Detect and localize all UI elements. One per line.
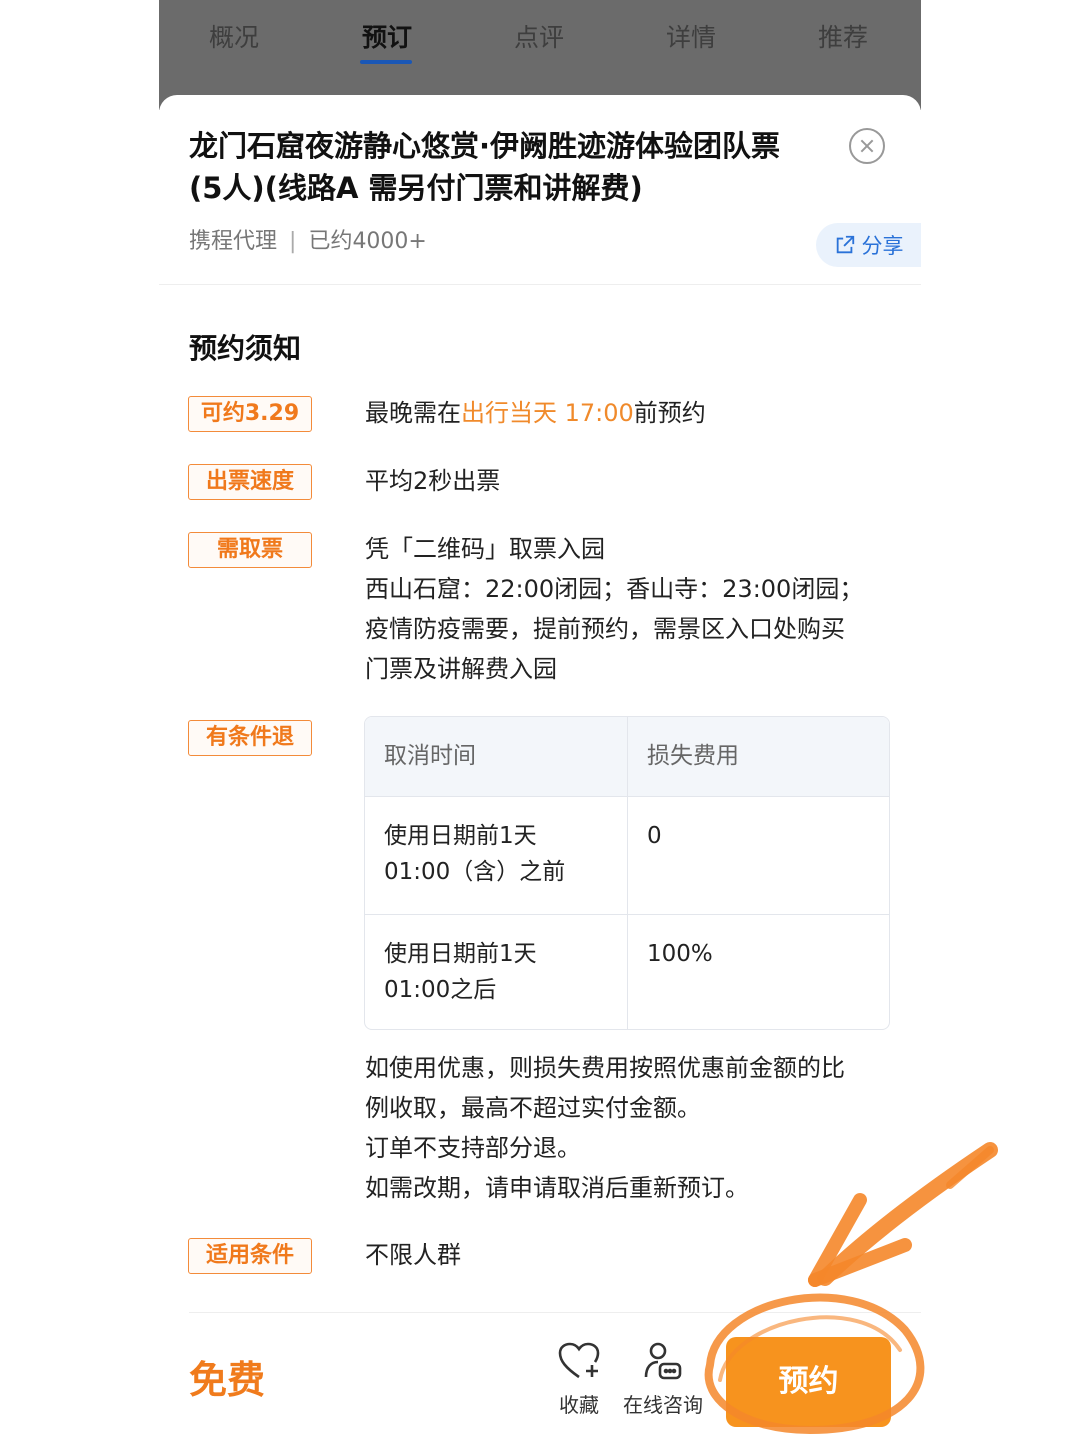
cancel-time-line: 使用日期前1天 [384,823,537,849]
product-meta: 携程代理 | 已约4000+ [189,223,427,255]
meta-separator: | [289,229,297,254]
agent-label: 携程代理 [189,229,278,254]
tab-bar: 概况 预订 点评 详情 推荐 [159,0,921,110]
deadline-before: 最晚需在 [365,399,461,427]
active-tab-indicator [360,60,412,64]
share-button[interactable]: 分享 [816,223,921,267]
customer-service-icon [644,1342,682,1380]
booking-deadline-text: 最晚需在出行当天 17:00前预约 [365,393,706,433]
ticket-speed-text: 平均2秒出票 [365,467,501,495]
header-divider [159,284,921,285]
pickup-line: 凭「二维码」取票入园 [365,535,605,563]
refund-note-line: 订单不支持部分退。 [365,1134,581,1162]
pickup-line: 门票及讲解费入园 [365,655,557,683]
tab-overview[interactable]: 概况 [174,18,294,58]
cancel-time-line: 01:00（含）之前 [384,859,566,885]
table-column-divider [627,717,628,1029]
tag-available-date: 可约3.29 [188,396,312,432]
cancel-time-cell: 使用日期前1天 01:00（含）之前 [384,818,565,890]
tag-applicable-conditions: 适用条件 [188,1238,312,1274]
favorite-label: 收藏 [559,1393,599,1417]
tab-reviews[interactable]: 点评 [479,18,599,58]
pickup-line: 西山石窟：22:00闭园；香山寺：23:00闭园； [365,575,864,603]
refund-notes: 如使用优惠，则损失费用按照优惠前金额的比 例收取，最高不超过实付金额。 订单不支… [365,1048,845,1208]
tag-ticket-speed: 出票速度 [188,464,312,500]
booking-sheet: 龙门石窟夜游静心悠赏·伊阙胜迹游体验团队票 (5人)(线路A 需另付门票和讲解费… [159,95,921,1439]
tab-details[interactable]: 详情 [631,18,751,58]
cancel-time-line: 使用日期前1天 [384,941,537,967]
online-consult-button[interactable]: 在线咨询 [618,1341,708,1418]
bottom-action-bar: 免费 收藏 在线咨询 预约 [159,1327,921,1439]
online-consult-label: 在线咨询 [623,1393,703,1417]
refund-note-line: 例收取，最高不超过实付金额。 [365,1094,701,1122]
pickup-line: 疫情防疫需要，提前预约，需景区入口处购买 [365,615,845,643]
deadline-after: 前预约 [633,399,706,427]
notice-title: 预约须知 [189,332,302,365]
share-icon [836,235,854,254]
product-title-line2: (5人)(线路A 需另付门票和讲解费) [189,171,643,205]
refund-note-line: 如需改期，请申请取消后重新预订。 [365,1174,749,1202]
product-title-line1: 龙门石窟夜游静心悠赏·伊阙胜迹游体验团队票 [189,129,781,163]
heart-icon [558,1342,600,1379]
price-label: 免费 [189,1358,266,1402]
applicable-conditions-text: 不限人群 [365,1241,461,1269]
bottom-divider [189,1312,921,1313]
pickup-ticket-text: 凭「二维码」取票入园 西山石窟：22:00闭园；香山寺：23:00闭园； 疫情防… [365,529,863,689]
loss-fee-cell: 0 [647,823,662,849]
product-title: 龙门石窟夜游静心悠赏·伊阙胜迹游体验团队票 (5人)(线路A 需另付门票和讲解费… [189,125,829,209]
refund-table: 取消时间 损失费用 使用日期前1天 01:00（含）之前 0 使用日期前1天 0… [364,716,890,1030]
cancel-time-line: 01:00之后 [384,977,497,1003]
tab-recommend[interactable]: 推荐 [783,18,903,58]
tab-booking[interactable]: 预订 [327,18,447,58]
tag-pickup-ticket: 需取票 [188,532,312,568]
phone-screen: 概况 预订 点评 详情 推荐 龙门石窟夜游静心悠赏·伊阙胜迹游体验团队票 (5人… [159,0,921,1439]
header-cancel-time: 取消时间 [384,743,476,769]
refund-note-line: 如使用优惠，则损失费用按照优惠前金额的比 [365,1054,845,1082]
cancel-time-cell: 使用日期前1天 01:00之后 [384,936,537,1008]
tag-conditional-refund: 有条件退 [188,720,312,756]
deadline-highlight: 出行当天 17:00 [461,399,634,427]
header-loss-fee: 损失费用 [647,743,739,769]
booked-count: 已约4000+ [308,229,427,254]
book-button[interactable]: 预约 [726,1337,891,1427]
loss-fee-cell: 100% [647,941,713,967]
close-icon[interactable] [849,128,885,164]
share-label: 分享 [861,234,904,258]
favorite-button[interactable]: 收藏 [534,1341,624,1418]
